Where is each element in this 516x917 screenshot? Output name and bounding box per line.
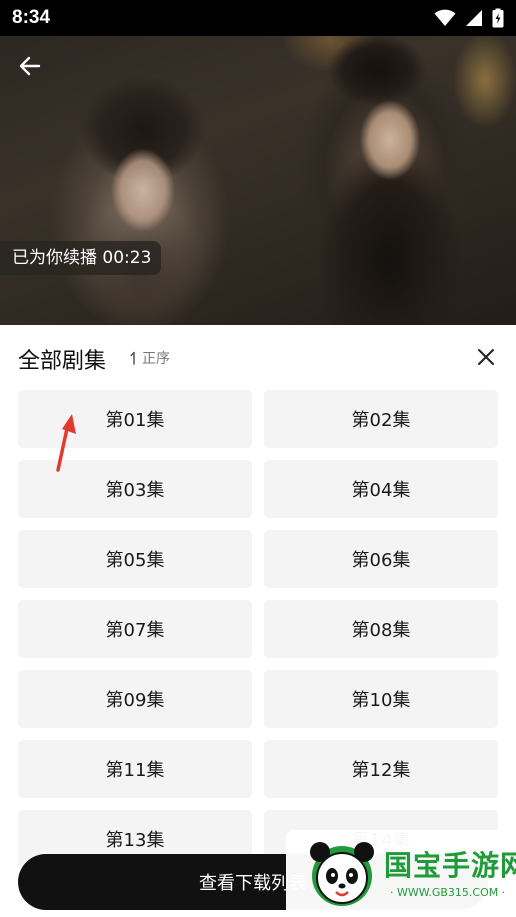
status-time: 8:34 (12, 7, 51, 28)
watermark: 国宝手游网 · WWW.GB315.COM · (286, 830, 516, 917)
episode-grid: 第01集 第02集 第03集 第04集 第05集 第06集 第07集 第08集 第09集 第10集… (18, 390, 499, 890)
cell-signal-icon (466, 10, 482, 26)
episode-button[interactable]: 第05集 (18, 530, 252, 588)
episode-button[interactable]: 第12集 (264, 740, 498, 798)
episode-sheet-title: 全部剧集 (18, 349, 107, 374)
back-button[interactable] (12, 48, 48, 84)
watermark-url: · WWW.GB315.COM · (390, 886, 506, 899)
annotation-arrow-icon (56, 414, 76, 472)
sort-arrow-icon (130, 351, 135, 365)
wifi-icon (434, 9, 456, 26)
episode-button[interactable]: 第09集 (18, 670, 252, 728)
status-bar: 8:34 (0, 0, 516, 36)
video-frame-figure (320, 60, 460, 325)
close-button[interactable] (472, 343, 500, 371)
video-player[interactable]: 已为你续播 00:23 (0, 0, 516, 325)
panda-logo-icon (310, 842, 374, 906)
episode-sheet-header: 全部剧集 正序 (0, 325, 516, 389)
episode-button[interactable]: 第07集 (18, 600, 252, 658)
episode-button[interactable]: 第02集 (264, 390, 498, 448)
video-frame-figure (78, 120, 208, 325)
status-icons (434, 8, 504, 28)
arrow-left-icon (19, 56, 41, 76)
sort-order-toggle[interactable]: 正序 (130, 348, 170, 368)
episode-button[interactable]: 第04集 (264, 460, 498, 518)
battery-icon (492, 8, 504, 28)
resume-playback-label: 已为你续播 00:23 (0, 241, 162, 275)
episode-button[interactable]: 第11集 (18, 740, 252, 798)
close-icon (478, 349, 494, 365)
sort-order-label: 正序 (142, 351, 170, 367)
episode-button[interactable]: 第06集 (264, 530, 498, 588)
watermark-brand: 国宝手游网 (384, 849, 516, 882)
episode-button[interactable]: 第10集 (264, 670, 498, 728)
episode-button[interactable]: 第08集 (264, 600, 498, 658)
